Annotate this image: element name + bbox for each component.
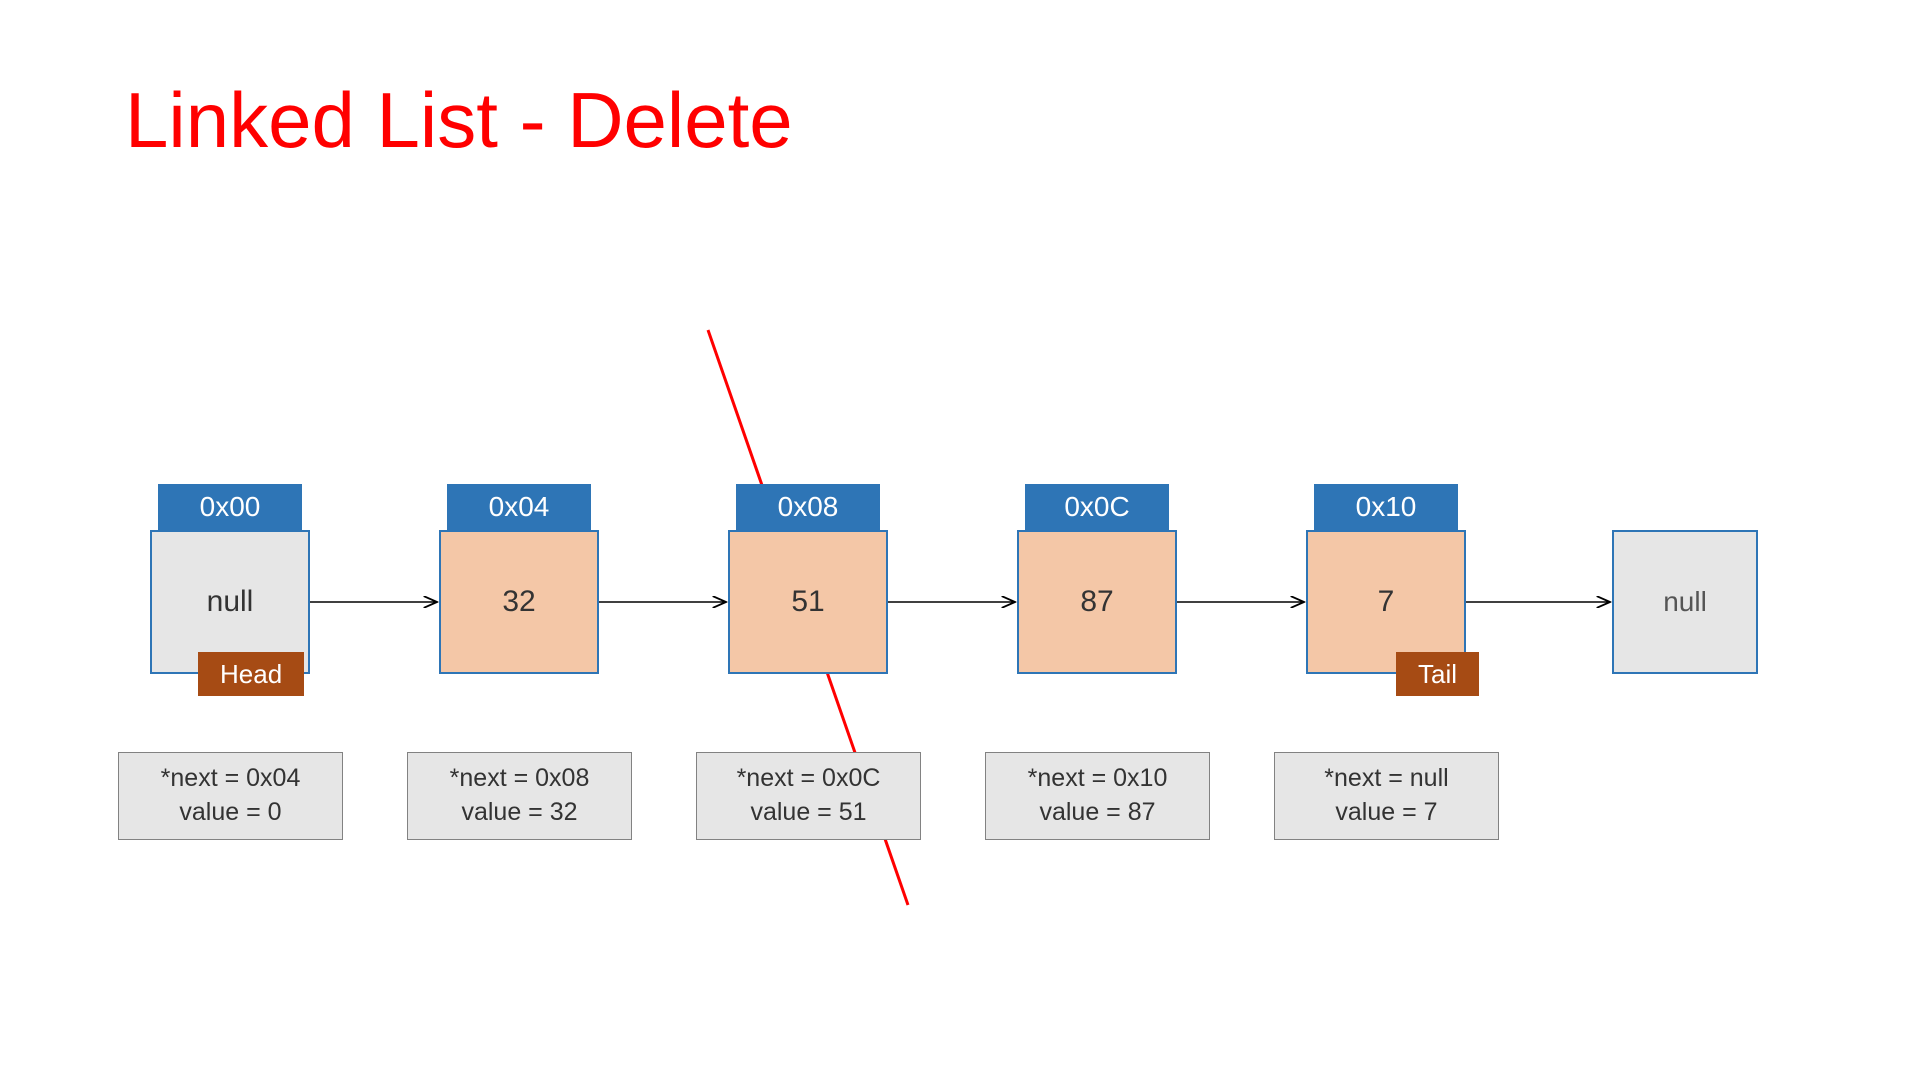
node-next-label: *next = 0x04	[161, 762, 301, 796]
node-info: *next = 0x08value = 32	[407, 752, 632, 840]
list-node: 0x0C87	[1017, 484, 1177, 674]
node-next-label: *next = 0x0C	[737, 762, 881, 796]
node-info: *next = 0x10value = 87	[985, 752, 1210, 840]
tail-badge: Tail	[1396, 652, 1479, 696]
list-node: 0x00null	[150, 484, 310, 674]
node-value: 51	[728, 530, 888, 674]
node-value: 87	[1017, 530, 1177, 674]
node-value: 32	[439, 530, 599, 674]
node-address: 0x00	[158, 484, 302, 530]
node-info: *next = nullvalue = 7	[1274, 752, 1499, 840]
node-info: *next = 0x04value = 0	[118, 752, 343, 840]
end-null-node: null	[1612, 530, 1758, 674]
list-node: 0x0851	[728, 484, 888, 674]
linked-list-diagram: 0x00null 0x0432 0x0851 0x0C87 0x107 null Hea…	[0, 0, 1920, 1080]
head-badge: Head	[198, 652, 304, 696]
list-node: 0x0432	[439, 484, 599, 674]
node-address: 0x0C	[1025, 484, 1169, 530]
node-address: 0x08	[736, 484, 880, 530]
node-value-label: value = 7	[1335, 796, 1437, 830]
node-value-label: value = 32	[461, 796, 577, 830]
list-node: 0x107	[1306, 484, 1466, 674]
node-next-label: *next = 0x10	[1028, 762, 1168, 796]
node-address: 0x10	[1314, 484, 1458, 530]
node-value-label: value = 0	[179, 796, 281, 830]
node-info: *next = 0x0Cvalue = 51	[696, 752, 921, 840]
node-address: 0x04	[447, 484, 591, 530]
node-next-label: *next = 0x08	[450, 762, 590, 796]
node-value-label: value = 51	[750, 796, 866, 830]
node-next-label: *next = null	[1324, 762, 1448, 796]
node-value-label: value = 87	[1039, 796, 1155, 830]
